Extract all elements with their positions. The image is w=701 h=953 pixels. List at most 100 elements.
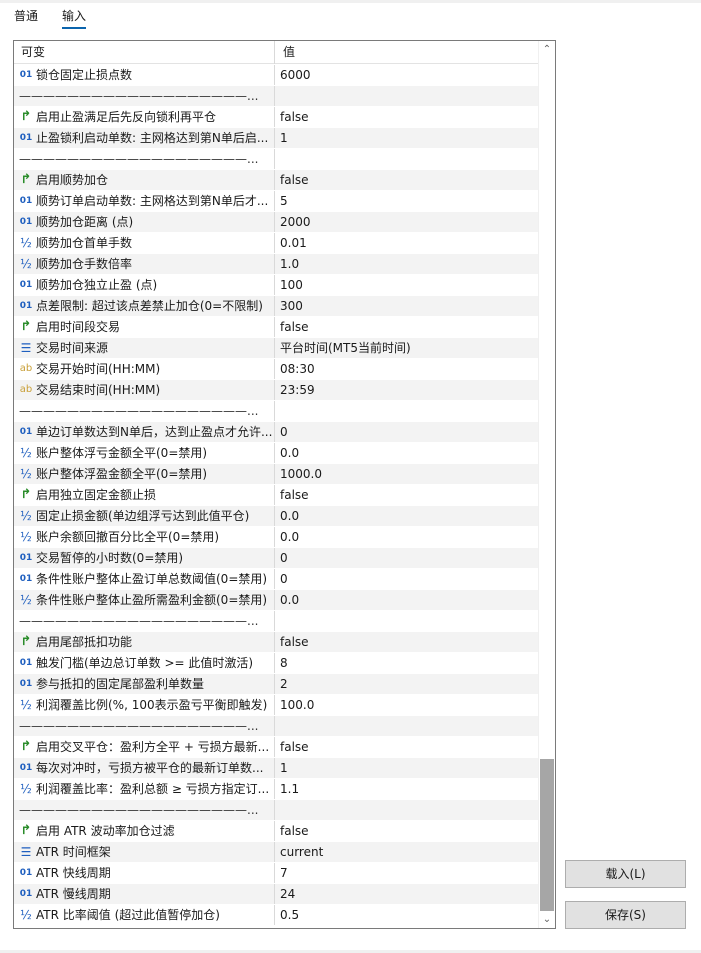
parameter-value[interactable]: 8 <box>276 653 538 673</box>
parameter-value[interactable]: 0 <box>276 569 538 589</box>
parameter-value[interactable]: 1000.0 <box>276 464 538 484</box>
parameter-row[interactable]: ↱ 启用独立固定金额止损 false <box>14 485 538 506</box>
parameter-name-cell[interactable]: ↱ 启用交叉平仓：盈利方全平 + 亏损方最新... <box>14 737 275 757</box>
parameter-name-cell[interactable]: ½ 利润覆盖比率：盈利总额 ≥ 亏损方指定订... <box>14 779 275 799</box>
parameter-value[interactable]: 100 <box>276 275 538 295</box>
parameter-row[interactable]: ½ 利润覆盖比例(%, 100表示盈亏平衡即触发) 100.0 <box>14 695 538 716</box>
parameter-value[interactable]: false <box>276 317 538 337</box>
parameter-value[interactable] <box>276 716 538 736</box>
parameter-name-cell[interactable]: ☰ 交易时间来源 <box>14 338 275 358</box>
parameter-row[interactable]: 01 止盈锁利启动单数: 主网格达到第N单后启... 1 <box>14 128 538 149</box>
vertical-scrollbar[interactable]: ⌃ ⌄ <box>538 41 555 928</box>
parameter-name-cell[interactable]: 01 每次对冲时，亏损方被平仓的最新订单数... <box>14 758 275 778</box>
separator-row[interactable]: ———————————————————... <box>14 86 538 107</box>
load-button[interactable]: 载入(L) <box>565 860 686 888</box>
parameter-name-cell[interactable]: ½ 利润覆盖比例(%, 100表示盈亏平衡即触发) <box>14 695 275 715</box>
parameter-name-cell[interactable]: 01 触发门槛(单边总订单数 >= 此值时激活) <box>14 653 275 673</box>
parameter-row[interactable]: ½ 顺势加仓手数倍率 1.0 <box>14 254 538 275</box>
parameter-name-cell[interactable]: ½ 条件性账户整体止盈所需盈利金额(0=禁用) <box>14 590 275 610</box>
parameter-name-cell[interactable]: ½ ATR 比率阈值 (超过此值暂停加仓) <box>14 905 275 925</box>
parameter-value[interactable]: 0 <box>276 422 538 442</box>
parameter-name-cell[interactable]: 01 锁仓固定止损点数 <box>14 65 275 85</box>
parameter-row[interactable]: ↱ 启用止盈满足后先反向锁利再平仓 false <box>14 107 538 128</box>
parameter-name-cell[interactable]: ½ 顺势加仓首单手数 <box>14 233 275 253</box>
parameter-value[interactable]: 24 <box>276 884 538 904</box>
parameter-row[interactable]: 01 顺势加仓独立止盈 (点) 100 <box>14 275 538 296</box>
parameter-row[interactable]: ↱ 启用 ATR 波动率加仓过滤 false <box>14 821 538 842</box>
parameter-value[interactable]: 0 <box>276 548 538 568</box>
parameter-name-cell[interactable]: ½ 账户余额回撤百分比全平(0=禁用) <box>14 527 275 547</box>
parameter-value[interactable]: 2 <box>276 674 538 694</box>
parameter-name-cell[interactable]: 01 顺势加仓距离 (点) <box>14 212 275 232</box>
parameter-value[interactable]: 0.01 <box>276 233 538 253</box>
parameter-value[interactable]: 1.1 <box>276 779 538 799</box>
parameter-row[interactable]: 01 条件性账户整体止盈订单总数阈值(0=禁用) 0 <box>14 569 538 590</box>
parameter-name-cell[interactable]: ———————————————————... <box>14 86 275 106</box>
parameter-name-cell[interactable]: ↱ 启用 ATR 波动率加仓过滤 <box>14 821 275 841</box>
parameter-row[interactable]: 01 顺势加仓距离 (点) 2000 <box>14 212 538 233</box>
parameter-row[interactable]: 01 ATR 慢线周期 24 <box>14 884 538 905</box>
parameter-value[interactable]: 7 <box>276 863 538 883</box>
parameter-value[interactable]: false <box>276 632 538 652</box>
parameter-name-cell[interactable]: ☰ ATR 时间框架 <box>14 842 275 862</box>
parameter-value[interactable]: false <box>276 485 538 505</box>
parameter-name-cell[interactable]: ↱ 启用时间段交易 <box>14 317 275 337</box>
parameter-value[interactable]: false <box>276 107 538 127</box>
parameter-row[interactable]: 01 参与抵扣的固定尾部盈利单数量 2 <box>14 674 538 695</box>
tab-inputs[interactable]: 输入 <box>62 7 87 29</box>
parameter-name-cell[interactable]: 01 单边订单数达到N单后，达到止盈点才允许... <box>14 422 275 442</box>
parameter-value[interactable]: 1 <box>276 128 538 148</box>
scroll-up-arrow-icon[interactable]: ⌃ <box>539 41 555 58</box>
parameter-row[interactable]: ab 交易结束时间(HH:MM) 23:59 <box>14 380 538 401</box>
parameter-value[interactable]: 0.0 <box>276 527 538 547</box>
parameter-value[interactable]: 平台时间(MT5当前时间) <box>276 338 538 358</box>
parameter-row[interactable]: ½ 账户余额回撤百分比全平(0=禁用) 0.0 <box>14 527 538 548</box>
parameter-value[interactable]: 5 <box>276 191 538 211</box>
parameter-row[interactable]: ☰ ATR 时间框架 current <box>14 842 538 863</box>
parameter-name-cell[interactable]: ———————————————————... <box>14 149 275 169</box>
parameter-value[interactable] <box>276 86 538 106</box>
tab-common[interactable]: 普通 <box>14 7 38 29</box>
inputs-grid[interactable]: 可变 值 01 锁仓固定止损点数 6000 ———————————————————..… <box>13 40 556 929</box>
parameter-row[interactable]: 01 每次对冲时，亏损方被平仓的最新订单数... 1 <box>14 758 538 779</box>
column-header-variable[interactable]: 可变 <box>14 41 275 64</box>
parameter-name-cell[interactable]: ½ 账户整体浮亏金额全平(0=禁用) <box>14 443 275 463</box>
parameter-value[interactable] <box>276 149 538 169</box>
parameter-name-cell[interactable]: ———————————————————... <box>14 716 275 736</box>
parameter-row[interactable]: 01 单边订单数达到N单后，达到止盈点才允许... 0 <box>14 422 538 443</box>
parameter-row[interactable]: ½ 账户整体浮盈金额全平(0=禁用) 1000.0 <box>14 464 538 485</box>
parameter-name-cell[interactable]: ———————————————————... <box>14 611 275 631</box>
parameter-name-cell[interactable]: 01 条件性账户整体止盈订单总数阈值(0=禁用) <box>14 569 275 589</box>
parameter-value[interactable]: 1 <box>276 758 538 778</box>
separator-row[interactable]: ———————————————————... <box>14 611 538 632</box>
parameter-row[interactable]: ☰ 交易时间来源 平台时间(MT5当前时间) <box>14 338 538 359</box>
parameter-value[interactable]: 08:30 <box>276 359 538 379</box>
parameter-value[interactable]: 1.0 <box>276 254 538 274</box>
parameter-name-cell[interactable]: ———————————————————... <box>14 401 275 421</box>
parameter-row[interactable]: 01 顺势订单启动单数: 主网格达到第N单后才... 5 <box>14 191 538 212</box>
parameter-row[interactable]: ½ 顺势加仓首单手数 0.01 <box>14 233 538 254</box>
parameter-value[interactable]: false <box>276 737 538 757</box>
parameter-name-cell[interactable]: ½ 固定止损金额(单边组浮亏达到此值平仓) <box>14 506 275 526</box>
parameter-name-cell[interactable]: ½ 账户整体浮盈金额全平(0=禁用) <box>14 464 275 484</box>
parameter-row[interactable]: 01 点差限制: 超过该点差禁止加仓(0=不限制) 300 <box>14 296 538 317</box>
parameter-name-cell[interactable]: ab 交易结束时间(HH:MM) <box>14 380 275 400</box>
save-button[interactable]: 保存(S) <box>565 901 686 929</box>
parameter-value[interactable]: 0.0 <box>276 506 538 526</box>
parameter-name-cell[interactable]: 01 止盈锁利启动单数: 主网格达到第N单后启... <box>14 128 275 148</box>
parameter-value[interactable]: 0.0 <box>276 590 538 610</box>
parameter-name-cell[interactable]: 01 ATR 快线周期 <box>14 863 275 883</box>
parameter-name-cell[interactable]: 01 顺势订单启动单数: 主网格达到第N单后才... <box>14 191 275 211</box>
parameter-name-cell[interactable]: ———————————————————... <box>14 800 275 820</box>
parameter-value[interactable] <box>276 611 538 631</box>
parameter-value[interactable]: 100.0 <box>276 695 538 715</box>
parameter-value[interactable] <box>276 800 538 820</box>
parameter-row[interactable]: 01 交易暂停的小时数(0=禁用) 0 <box>14 548 538 569</box>
parameter-value[interactable]: 0.0 <box>276 443 538 463</box>
separator-row[interactable]: ———————————————————... <box>14 401 538 422</box>
parameter-name-cell[interactable]: 01 点差限制: 超过该点差禁止加仓(0=不限制) <box>14 296 275 316</box>
separator-row[interactable]: ———————————————————... <box>14 716 538 737</box>
parameter-name-cell[interactable]: ab 交易开始时间(HH:MM) <box>14 359 275 379</box>
column-header-value[interactable]: 值 <box>276 41 538 64</box>
parameter-name-cell[interactable]: ↱ 启用独立固定金额止损 <box>14 485 275 505</box>
